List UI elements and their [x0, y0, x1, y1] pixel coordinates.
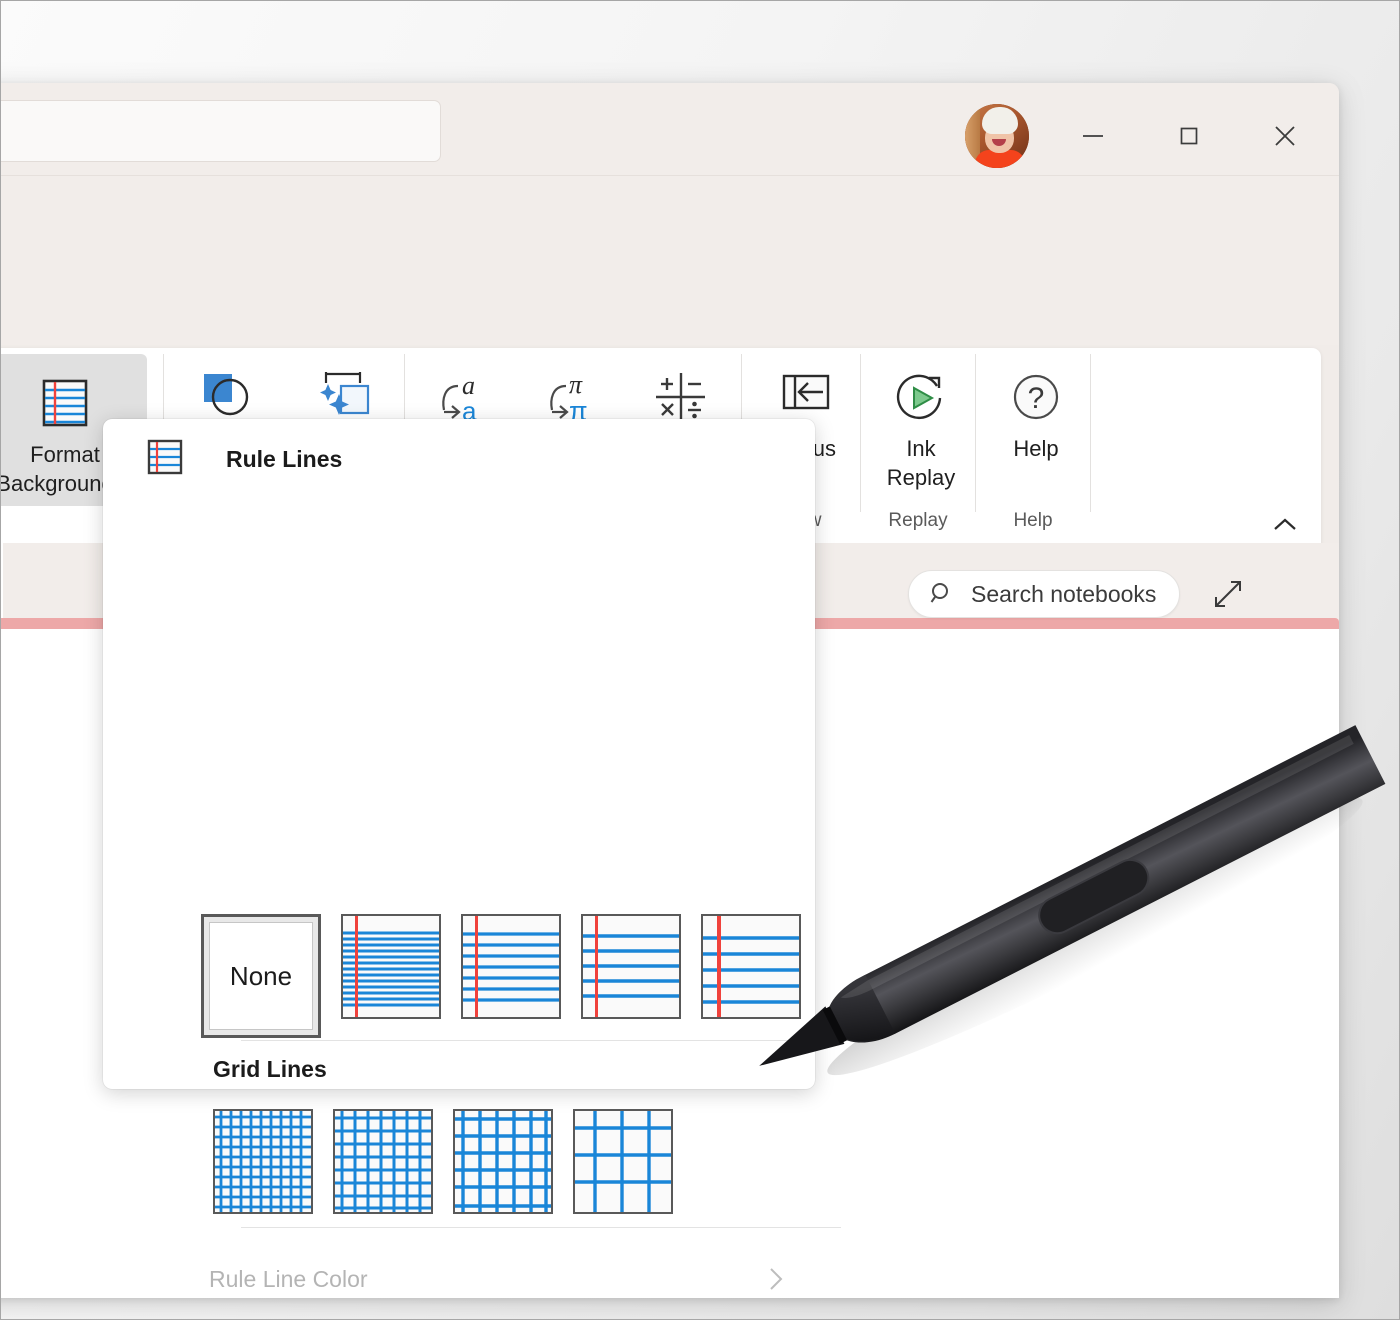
maximize-button[interactable]	[1157, 104, 1221, 168]
format-background-label-2: Background	[0, 471, 114, 496]
small-grid-preview	[215, 1111, 311, 1212]
search-icon	[929, 581, 955, 607]
navigation-rail-accent	[0, 618, 3, 629]
medium-grid-preview	[335, 1111, 431, 1212]
grid-thumb-very-large[interactable]	[573, 1109, 673, 1214]
rule-thumb-college-ruled[interactable]	[461, 914, 561, 1019]
flyout-divider	[241, 1040, 841, 1041]
ink-replay-button[interactable]: Ink Replay	[867, 348, 975, 498]
grid-thumb-large[interactable]	[453, 1109, 553, 1214]
menu-item-rule-line-color[interactable]: Rule Line Color	[143, 1242, 815, 1316]
automatic-shapes-icon	[312, 370, 374, 426]
minimize-button[interactable]	[1061, 104, 1125, 168]
rule-thumb-standard-ruled[interactable]	[581, 914, 681, 1019]
ink-replay-label-2: Replay	[887, 465, 955, 490]
close-button[interactable]	[1253, 104, 1317, 168]
title-bar	[0, 83, 1339, 175]
group-separator	[1090, 354, 1091, 512]
ink-replay-icon	[892, 370, 950, 426]
navigation-rail	[0, 543, 3, 1298]
grid-thumb-medium[interactable]	[333, 1109, 433, 1214]
grid-thumb-small[interactable]	[213, 1109, 313, 1214]
collapse-ribbon-button[interactable]	[1271, 517, 1299, 538]
math-icon	[653, 370, 709, 426]
ribbon-group-help: ? Help Help	[976, 348, 1090, 552]
collapse-ribbon-icon	[1271, 517, 1299, 533]
svg-text:?: ?	[1028, 382, 1045, 415]
avatar[interactable]	[965, 104, 1029, 168]
close-icon	[1271, 122, 1299, 150]
screen: ert ce	[0, 0, 1400, 1320]
expand-diagonal-icon	[1211, 577, 1245, 611]
help-icon: ?	[1008, 370, 1064, 426]
avatar-hair	[982, 107, 1018, 134]
help-label: Help	[984, 434, 1088, 463]
margin-line	[475, 916, 478, 1017]
format-background-flyout: Rule Lines None	[103, 419, 815, 1089]
ribbon-group-label-help: Help	[976, 506, 1090, 532]
titlebar-search-box[interactable]	[0, 100, 441, 162]
ribbon-group-label-replay: Replay	[861, 506, 975, 532]
maximize-icon	[1176, 123, 1202, 149]
ink-to-math-icon: π π	[542, 370, 604, 426]
rule-thumb-wide-ruled[interactable]	[701, 914, 801, 1019]
flyout-header: Rule Lines	[103, 431, 342, 487]
minimize-icon	[1080, 123, 1106, 149]
grid-lines-title: Grid Lines	[213, 1056, 327, 1083]
rule-lines-icon	[147, 439, 183, 480]
flyout-title: Rule Lines	[226, 446, 342, 473]
focus-icon	[778, 370, 834, 426]
very-large-grid-preview	[575, 1111, 671, 1212]
ink-replay-label-1: Ink	[906, 436, 935, 461]
rule-thumb-narrow-ruled[interactable]	[341, 914, 441, 1019]
menu-item-rule-line-color-label: Rule Line Color	[209, 1266, 368, 1293]
large-grid-preview	[455, 1111, 551, 1212]
help-button[interactable]: ? Help	[982, 348, 1090, 498]
ink-to-text-icon: a a	[434, 370, 496, 426]
svg-text:π: π	[569, 370, 583, 399]
ink-replay-label: Ink Replay	[869, 434, 973, 492]
margin-line	[595, 916, 598, 1017]
margin-line	[717, 916, 721, 1017]
margin-line	[355, 916, 358, 1017]
rule-thumb-none-label: None	[209, 922, 313, 1030]
expand-button[interactable]	[1209, 575, 1247, 613]
rule-thumb-none[interactable]: None	[201, 914, 321, 1038]
chevron-right-icon	[767, 1265, 785, 1293]
rule-lines-icon	[38, 376, 92, 432]
format-background-label-1: Format	[30, 442, 100, 467]
flyout-divider	[241, 1227, 841, 1228]
ribbon: ert ce	[0, 175, 1339, 345]
shapes-icon	[199, 370, 257, 426]
search-notebooks-placeholder: Search notebooks	[971, 581, 1156, 608]
rule-lines-thumbnails: None	[201, 914, 801, 1038]
search-notebooks-input[interactable]: Search notebooks	[908, 570, 1180, 618]
ribbon-group-replay: Ink Replay Replay	[861, 348, 975, 552]
grid-lines-thumbnails	[213, 1109, 673, 1214]
